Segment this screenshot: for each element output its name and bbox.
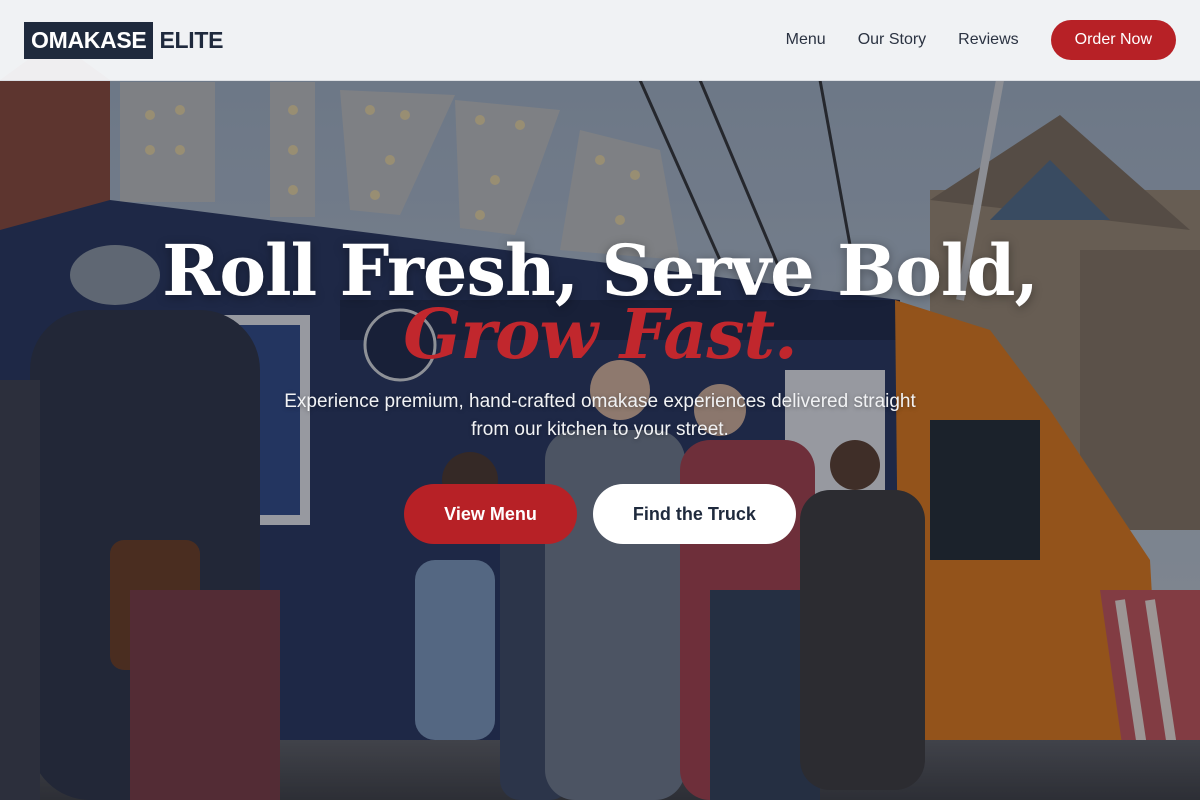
hero-subtext: Experience premium, hand-crafted omakase… <box>284 391 916 440</box>
hero-cta-group: View Menu Find the Truck <box>0 484 1200 544</box>
main-nav: Menu Our Story Reviews Order Now <box>786 20 1176 60</box>
nav-link-menu[interactable]: Menu <box>786 31 826 49</box>
hero-content: Roll Fresh, Serve Bold, Grow Fast. Exper… <box>0 232 1200 544</box>
nav-link-reviews[interactable]: Reviews <box>958 31 1018 49</box>
brand-logo[interactable]: OMAKASE ELITE <box>24 21 224 59</box>
order-now-button[interactable]: Order Now <box>1050 20 1176 60</box>
brand-name-sub: ELITE <box>159 26 224 53</box>
nav-link-our-story[interactable]: Our Story <box>858 31 926 49</box>
find-the-truck-button[interactable]: Find the Truck <box>592 484 796 544</box>
brand-name-main: OMAKASE <box>24 21 154 59</box>
navbar: OMAKASE ELITE Menu Our Story Reviews Ord… <box>0 0 1200 81</box>
view-menu-button[interactable]: View Menu <box>404 484 577 544</box>
